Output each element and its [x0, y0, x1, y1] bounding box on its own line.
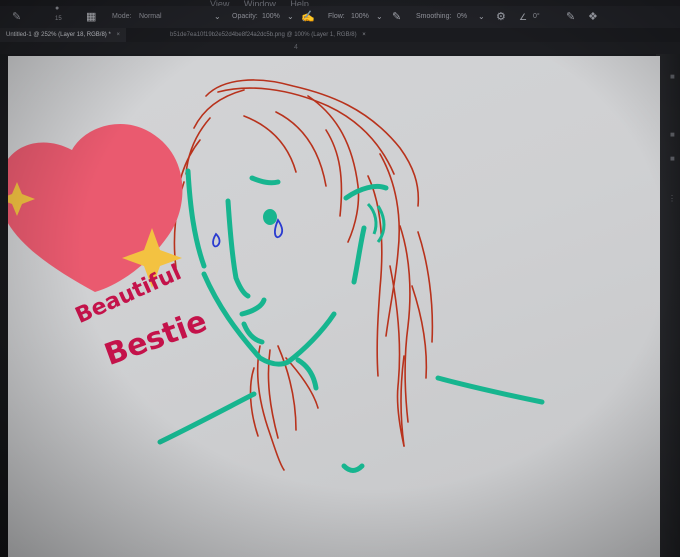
close-icon[interactable]: ×	[362, 32, 366, 38]
tab-label: b51de7ea10f19b2e52d4be8f24a2dc5b.png @ 1…	[170, 32, 357, 38]
chevron-down-icon[interactable]: ⌄	[214, 6, 221, 28]
flow-label: Flow:	[328, 13, 345, 20]
flow-value[interactable]: 100%	[351, 6, 369, 28]
panel-icon[interactable]: ■	[670, 130, 675, 139]
eye-and-tear	[212, 209, 284, 248]
mode-label: Mode:	[112, 13, 132, 20]
brush-settings-panel-icon[interactable]: ▦	[86, 6, 96, 28]
airbrush-icon[interactable]: ✎	[392, 6, 401, 28]
symmetry-icon[interactable]: ❖	[588, 6, 598, 28]
photoshop-screen: View Window Help ✎ ● 15 ▦ Mode: Normal ⌄…	[0, 0, 680, 557]
angle-icon: ∠	[519, 12, 528, 22]
flow-chevron-icon[interactable]: ⌄	[376, 6, 383, 28]
pressure-size-icon[interactable]: ✎	[566, 6, 575, 28]
opacity-value[interactable]: 100%	[262, 6, 280, 28]
tab-label: Untitled-1 @ 252% (Layer 18, RGB/8) *	[6, 32, 111, 38]
brush-tool-icon[interactable]: ✎	[12, 6, 21, 28]
brush-size-value: 15	[55, 16, 62, 22]
angle-value[interactable]: 0°	[533, 6, 540, 28]
pressure-opacity-icon[interactable]: ✍	[301, 6, 315, 28]
opacity-label: Opacity:	[232, 13, 258, 20]
tab-png-document[interactable]: b51de7ea10f19b2e52d4be8f24a2dc5b.png @ 1…	[170, 28, 366, 42]
tool-options-bar: ✎ ● 15 ▦ Mode: Normal ⌄ Opacity: 100% ⌄ …	[0, 5, 680, 28]
smoothing-chevron-icon[interactable]: ⌄	[478, 6, 485, 28]
close-icon[interactable]: ×	[116, 32, 120, 38]
horizontal-ruler: 4	[0, 42, 680, 54]
document-tabs: Untitled-1 @ 252% (Layer 18, RGB/8) * × …	[0, 28, 680, 42]
heart-sticker	[8, 123, 183, 292]
drawing-canvas[interactable]: Beautiful Bestie	[8, 56, 660, 557]
ear-lines	[366, 202, 386, 243]
smoothing-label: Smoothing:	[416, 13, 452, 20]
smoothing-value[interactable]: 0%	[457, 6, 467, 28]
tab-untitled-1[interactable]: Untitled-1 @ 252% (Layer 18, RGB/8) * ×	[0, 28, 126, 42]
face-strokes	[157, 168, 545, 473]
panel-icon[interactable]: ⋮	[668, 194, 676, 203]
hair-strokes	[173, 79, 434, 471]
gear-icon[interactable]: ⚙	[496, 6, 506, 28]
opacity-chevron-icon[interactable]: ⌄	[287, 6, 294, 28]
ruler-mark: 4	[294, 44, 298, 51]
brush-tip-icon: ●	[55, 5, 60, 12]
panel-icon[interactable]: ■	[670, 72, 675, 81]
panel-icon[interactable]: ■	[670, 154, 675, 163]
mode-select[interactable]: Normal	[139, 6, 162, 28]
